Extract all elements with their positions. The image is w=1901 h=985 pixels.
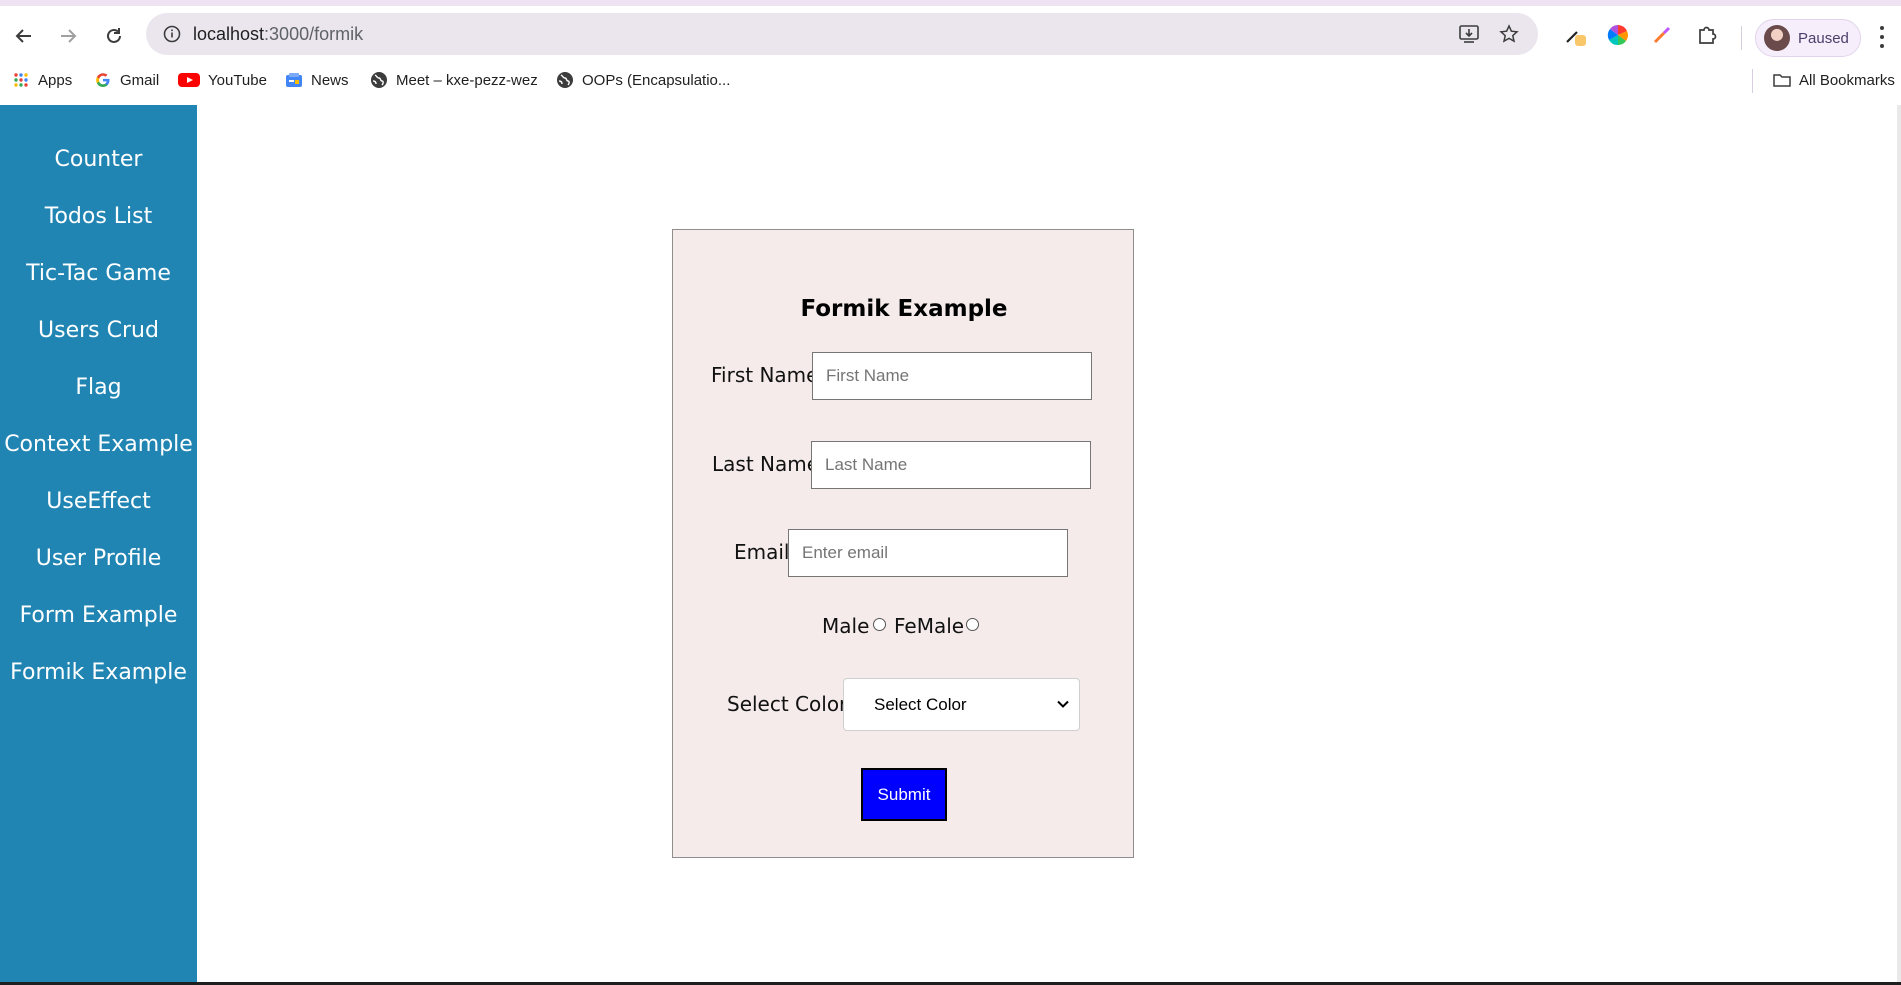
- color-picker-extension-icon[interactable]: [1560, 19, 1592, 51]
- google-icon: [94, 71, 112, 89]
- site-info-icon[interactable]: [156, 18, 188, 50]
- bookmark-meet[interactable]: Meet – kxe-pezz-wez: [370, 61, 538, 99]
- gender-female-radio[interactable]: [966, 618, 979, 631]
- url-text[interactable]: localhost:3000/formik: [193, 13, 363, 55]
- bookmark-label: Apps: [38, 71, 73, 89]
- gender-male-radio[interactable]: [873, 618, 886, 631]
- bookmark-label: OOPs (Encapsulatio...: [582, 71, 731, 89]
- last-name-input[interactable]: [811, 441, 1091, 489]
- formik-form: Formik Example First Name Last Name Emai…: [672, 229, 1134, 858]
- sidebar: Counter Todos List Tic-Tac Game Users Cr…: [0, 105, 197, 985]
- bookmarks-bar: Apps Gmail YouTube News Meet – kxe-pezz-…: [0, 61, 1901, 105]
- sidebar-item-useeffect[interactable]: UseEffect: [0, 489, 197, 514]
- bookmark-star-icon[interactable]: [1496, 21, 1522, 47]
- address-bar[interactable]: localhost:3000/formik: [146, 13, 1538, 55]
- bookmark-apps[interactable]: Apps: [12, 61, 72, 99]
- profile-status-label: Paused: [1798, 29, 1849, 47]
- bookmark-news[interactable]: News: [285, 61, 349, 99]
- reload-button[interactable]: [97, 19, 131, 53]
- form-title: Formik Example: [800, 296, 1008, 322]
- bookmark-label: Gmail: [120, 71, 160, 89]
- color-select-value: Select Color: [874, 695, 967, 714]
- url-host: localhost: [193, 24, 265, 44]
- first-name-input[interactable]: [812, 352, 1092, 400]
- arrow-left-icon: [15, 29, 31, 43]
- sidebar-item-formik-example[interactable]: Formik Example: [0, 660, 197, 685]
- gender-female-label: FeMale: [894, 614, 965, 638]
- youtube-icon: [178, 71, 200, 89]
- sidebar-item-tic-tac-game[interactable]: Tic-Tac Game: [0, 261, 197, 286]
- profile-button[interactable]: Paused: [1755, 19, 1861, 57]
- submit-button[interactable]: Submit: [861, 768, 947, 821]
- install-app-icon[interactable]: [1456, 21, 1482, 47]
- sidebar-item-user-profile[interactable]: User Profile: [0, 546, 197, 571]
- gender-male-label: Male: [822, 614, 870, 638]
- sidebar-item-form-example[interactable]: Form Example: [0, 603, 197, 628]
- avatar: [1764, 25, 1790, 51]
- browser-menu-icon[interactable]: [1877, 24, 1887, 50]
- sidebar-item-users-crud[interactable]: Users Crud: [0, 318, 197, 343]
- browser-toolbar: localhost:3000/formik Paused: [0, 6, 1901, 61]
- bookmark-gmail[interactable]: Gmail: [94, 61, 159, 99]
- bookmark-oops[interactable]: OOPs (Encapsulatio...: [556, 61, 730, 99]
- url-path: :3000/formik: [264, 24, 364, 44]
- scrollbar-track[interactable]: [1897, 105, 1901, 985]
- globe-icon: [556, 71, 574, 89]
- arrow-right-icon: [61, 29, 77, 43]
- all-bookmarks-button[interactable]: All Bookmarks: [1773, 61, 1895, 99]
- bookmark-label: Meet – kxe-pezz-wez: [396, 71, 538, 89]
- bookmark-label: News: [311, 71, 349, 89]
- email-input[interactable]: [788, 529, 1068, 577]
- color-wheel-extension-icon[interactable]: [1602, 19, 1634, 51]
- extensions-puzzle-icon[interactable]: [1691, 19, 1723, 51]
- news-icon: [285, 71, 303, 89]
- toolbar-divider: [1741, 26, 1742, 50]
- bookmarks-divider: [1752, 69, 1753, 93]
- color-select[interactable]: Select Color: [843, 678, 1080, 731]
- folder-icon: [1773, 71, 1791, 89]
- select-color-label: Select Color:: [727, 692, 854, 716]
- forward-button[interactable]: [51, 19, 85, 53]
- globe-icon: [370, 71, 388, 89]
- sidebar-item-counter[interactable]: Counter: [0, 147, 197, 172]
- sidebar-item-flag[interactable]: Flag: [0, 375, 197, 400]
- first-name-label: First Name: [711, 363, 819, 387]
- sidebar-item-context-example[interactable]: Context Example: [0, 432, 197, 457]
- bookmark-youtube[interactable]: YouTube: [178, 61, 267, 99]
- chevron-down-icon: [1057, 700, 1069, 708]
- email-label: Email: [734, 540, 790, 564]
- last-name-label: Last Name: [712, 452, 820, 476]
- back-button[interactable]: [7, 19, 41, 53]
- eyedropper-extension-icon[interactable]: [1646, 19, 1678, 51]
- reload-icon: [107, 28, 121, 43]
- sidebar-item-todos-list[interactable]: Todos List: [0, 204, 197, 229]
- apps-grid-icon: [12, 71, 30, 89]
- all-bookmarks-label: All Bookmarks: [1799, 71, 1895, 89]
- bookmark-label: YouTube: [208, 71, 267, 89]
